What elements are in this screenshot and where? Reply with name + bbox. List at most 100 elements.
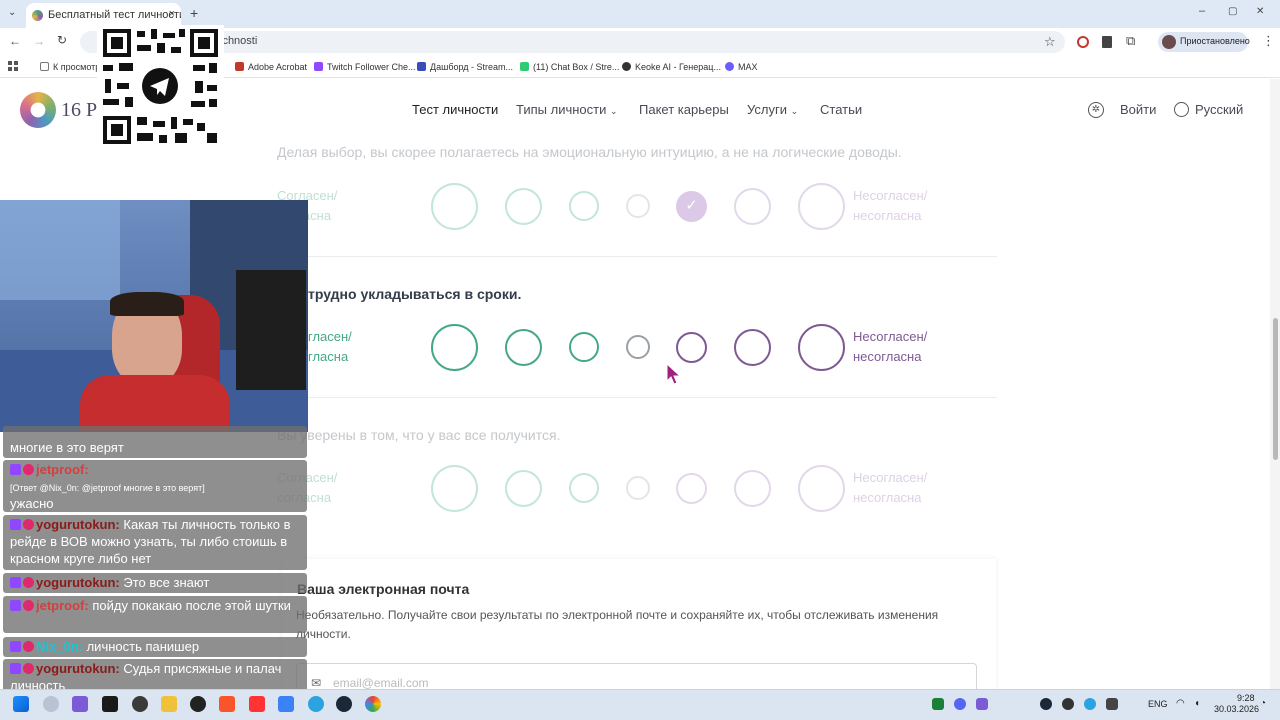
bookmark-item[interactable]: Adobe Acrobat bbox=[235, 62, 307, 72]
file-explorer-icon[interactable] bbox=[161, 696, 177, 712]
tab-list-chevron-icon[interactable]: ⌄ bbox=[8, 7, 16, 18]
nav-services[interactable]: Услуги ⌄ bbox=[747, 102, 798, 117]
close-window-button[interactable]: ✕ bbox=[1256, 6, 1264, 17]
nav-career-package[interactable]: Пакет карьеры bbox=[639, 102, 729, 117]
chat-text: ужасно bbox=[10, 496, 54, 511]
record-extension-icon[interactable] bbox=[1077, 36, 1089, 48]
bookmark-item[interactable]: (11) Chat Box / Stre... bbox=[520, 62, 619, 72]
nav-personality-types[interactable]: Типы личности ⌄ bbox=[516, 102, 618, 117]
notification-bell-icon[interactable]: ◔ bbox=[1260, 698, 1266, 709]
network-icon[interactable]: ◠ bbox=[1176, 698, 1185, 709]
windows-start-icon[interactable] bbox=[13, 696, 29, 712]
mouse-cursor-icon bbox=[666, 363, 682, 385]
subscriber-badge-icon bbox=[10, 641, 21, 652]
bookmark-item[interactable]: Дашборд - Stream... bbox=[417, 62, 513, 72]
answer-option[interactable] bbox=[569, 473, 599, 503]
envelope-icon: ✉ bbox=[311, 676, 322, 690]
answer-option[interactable] bbox=[798, 183, 845, 230]
app-icon[interactable] bbox=[102, 696, 118, 712]
address-bar[interactable]: ichnosti bbox=[80, 31, 1065, 53]
discord-icon[interactable] bbox=[954, 698, 966, 710]
input-language[interactable]: ENG bbox=[1148, 699, 1168, 709]
answer-option[interactable] bbox=[798, 465, 845, 512]
disagree-label: Несогласен/несогласна bbox=[853, 329, 928, 364]
bookmark-item[interactable]: К просмотр bbox=[40, 62, 100, 72]
bookmark-item[interactable]: MAX bbox=[725, 62, 758, 72]
answer-option-selected[interactable]: ✓ bbox=[676, 191, 707, 222]
maximize-button[interactable]: ▢ bbox=[1228, 6, 1237, 17]
forward-arrow-icon[interactable]: → bbox=[33, 34, 45, 48]
bookmark-item[interactable]: Keoke AI - Генерац... bbox=[622, 62, 721, 72]
answer-option[interactable] bbox=[505, 329, 542, 366]
acrobat-icon bbox=[235, 62, 244, 71]
site-logo-text[interactable]: 16 P bbox=[61, 99, 97, 122]
tab-close-icon[interactable]: × bbox=[169, 8, 175, 20]
keoke-icon bbox=[622, 62, 631, 71]
tray-app-icon[interactable] bbox=[1062, 698, 1074, 710]
answer-option[interactable] bbox=[431, 183, 478, 230]
steam-tray-icon[interactable] bbox=[1040, 698, 1052, 710]
answer-option[interactable] bbox=[734, 329, 771, 366]
bookmark-item[interactable]: Twitch Follower Che... bbox=[314, 62, 416, 72]
webcam-feed bbox=[0, 200, 308, 432]
answer-option[interactable] bbox=[431, 465, 478, 512]
clock-time[interactable]: 9:28 bbox=[1237, 693, 1255, 703]
kebab-menu-icon[interactable]: ⋮ bbox=[1262, 33, 1275, 49]
search-icon[interactable] bbox=[43, 696, 59, 712]
answer-option[interactable] bbox=[569, 332, 599, 362]
extensions-puzzle-icon[interactable]: ⧉ bbox=[1126, 33, 1135, 49]
answer-option[interactable] bbox=[569, 191, 599, 221]
answer-option[interactable] bbox=[626, 335, 650, 359]
yandex-icon[interactable] bbox=[249, 696, 265, 712]
answer-option[interactable] bbox=[626, 194, 650, 218]
login-link[interactable]: Войти bbox=[1120, 102, 1156, 117]
email-placeholder: email@email.com bbox=[333, 676, 429, 690]
accessibility-icon[interactable]: ✲ bbox=[1088, 102, 1104, 118]
minimize-button[interactable]: – bbox=[1199, 5, 1205, 17]
new-tab-button[interactable]: + bbox=[190, 5, 198, 21]
answer-option[interactable] bbox=[676, 332, 707, 363]
qr-code bbox=[97, 25, 224, 148]
nav-articles[interactable]: Статьи bbox=[820, 102, 862, 117]
chrome-icon[interactable] bbox=[365, 696, 381, 712]
tray-app-icon[interactable] bbox=[976, 698, 988, 710]
telegram-tray-icon[interactable] bbox=[1084, 698, 1096, 710]
answer-option[interactable] bbox=[505, 470, 542, 507]
chat-message: jetproof: пойду покакаю после этой шутки bbox=[3, 596, 307, 633]
answer-option[interactable] bbox=[505, 188, 542, 225]
chat-message: yogurutokun: Какая ты личность только в … bbox=[3, 515, 307, 570]
reload-icon[interactable]: ↻ bbox=[57, 33, 67, 47]
answer-option[interactable] bbox=[431, 324, 478, 371]
tray-app-icon[interactable] bbox=[932, 698, 944, 710]
qr-code-icon bbox=[103, 29, 218, 144]
app-icon[interactable] bbox=[278, 696, 294, 712]
globe-icon[interactable] bbox=[1174, 102, 1189, 117]
telegram-icon[interactable] bbox=[308, 696, 324, 712]
steam-icon[interactable] bbox=[336, 696, 352, 712]
chat-message: jetproof: [Ответ @Nix_0n: @jetproof мног… bbox=[3, 460, 307, 512]
back-arrow-icon[interactable]: ← bbox=[9, 34, 21, 48]
app-icon[interactable] bbox=[190, 696, 206, 712]
divider bbox=[277, 397, 997, 398]
volume-icon[interactable]: ◖ bbox=[1194, 698, 1200, 709]
profile-status: Приостановлено bbox=[1180, 36, 1250, 46]
clock-date[interactable]: 30.03.2026 bbox=[1214, 704, 1259, 714]
scrollbar-thumb[interactable] bbox=[1273, 318, 1278, 460]
trash-extension-icon[interactable] bbox=[1102, 36, 1112, 48]
app-icon[interactable] bbox=[72, 696, 88, 712]
divider bbox=[277, 256, 997, 257]
answer-option[interactable] bbox=[734, 470, 771, 507]
language-selector[interactable]: Русский bbox=[1195, 102, 1243, 117]
answer-option[interactable] bbox=[626, 476, 650, 500]
tray-app-icon[interactable] bbox=[1106, 698, 1118, 710]
nav-personality-test[interactable]: Тест личности bbox=[412, 102, 498, 117]
bookmark-star-icon[interactable]: ☆ bbox=[1044, 34, 1056, 50]
answer-option[interactable] bbox=[676, 473, 707, 504]
answer-option[interactable] bbox=[798, 324, 845, 371]
logo-icon[interactable] bbox=[20, 92, 56, 128]
answer-option[interactable] bbox=[734, 188, 771, 225]
profile-button[interactable]: Приостановлено bbox=[1158, 32, 1250, 52]
apps-grid-icon[interactable] bbox=[8, 61, 18, 71]
app-icon[interactable] bbox=[132, 696, 148, 712]
brave-browser-icon[interactable] bbox=[219, 696, 235, 712]
